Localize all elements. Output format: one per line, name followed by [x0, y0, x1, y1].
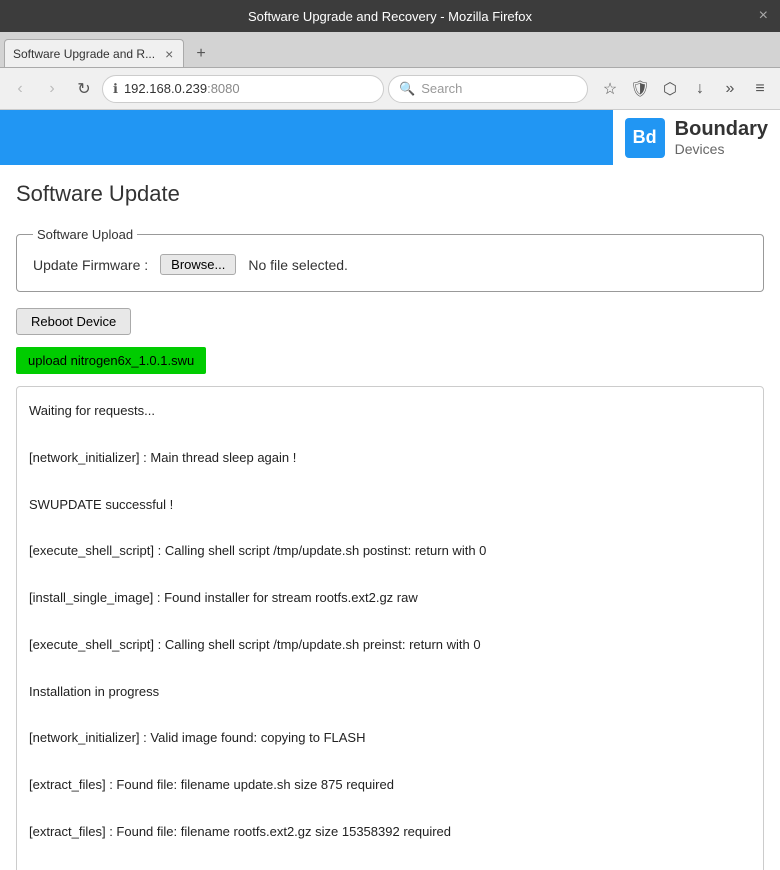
log-line: [extract_files] : Found file: filename r… [29, 820, 751, 843]
pocket-icon[interactable]: ⬡ [656, 75, 684, 103]
download-icon[interactable]: ↓ [686, 75, 714, 103]
window-title: Software Upgrade and Recovery - Mozilla … [248, 9, 532, 24]
reboot-button[interactable]: Reboot Device [16, 308, 131, 335]
log-line [29, 750, 751, 773]
reload-button[interactable]: ↻ [70, 75, 98, 103]
log-line [29, 703, 751, 726]
log-box: Waiting for requests... [network_initial… [16, 386, 764, 870]
title-bar: Software Upgrade and Recovery - Mozilla … [0, 0, 780, 32]
firmware-label: Update Firmware : [33, 257, 148, 273]
url-text: 192.168.0.239:8080 [124, 81, 240, 96]
window-close-button[interactable]: × [759, 7, 768, 25]
log-line [29, 469, 751, 492]
forward-button[interactable]: › [38, 75, 66, 103]
firmware-row: Update Firmware : Browse... No file sele… [33, 254, 747, 275]
log-line [29, 516, 751, 539]
log-line: Installation in progress [29, 680, 751, 703]
log-line: [network_initializer] : Valid image foun… [29, 726, 751, 749]
software-upload-fieldset: Software Upload Update Firmware : Browse… [16, 227, 764, 292]
upload-status: upload nitrogen6x_1.0.1.swu [16, 347, 206, 374]
log-line: Waiting for requests... [29, 399, 751, 422]
shield-icon[interactable]: 🛡 [626, 75, 654, 103]
tab-close-button[interactable]: × [165, 46, 173, 62]
main-content: Software Update Software Upload Update F… [0, 165, 780, 870]
log-line [29, 843, 751, 866]
page-title: Software Update [16, 181, 764, 207]
search-icon: 🔍 [399, 81, 415, 97]
url-host: 192.168.0.239 [124, 81, 207, 96]
address-bar: ‹ › ↻ ℹ 192.168.0.239:8080 🔍 Search ☆ 🛡 … [0, 68, 780, 110]
back-button[interactable]: ‹ [6, 75, 34, 103]
url-port: :8080 [207, 81, 240, 96]
brand-sub: Devices [675, 141, 768, 158]
toolbar-icons: ☆ 🛡 ⬡ ↓ » ≡ [596, 75, 774, 103]
log-line [29, 563, 751, 586]
log-line: [execute_shell_script] : Calling shell s… [29, 539, 751, 562]
fieldset-legend: Software Upload [33, 227, 137, 242]
browse-button[interactable]: Browse... [160, 254, 236, 275]
brand-name: Boundary [675, 117, 768, 141]
brand-logo: Bd Boundary Devices [613, 110, 780, 165]
bookmark-icon[interactable]: ☆ [596, 75, 624, 103]
brand-text: Boundary Devices [675, 117, 768, 158]
log-line: [execute_shell_script] : Calling shell s… [29, 633, 751, 656]
log-line [29, 422, 751, 445]
tab-label: Software Upgrade and R... [13, 47, 155, 61]
search-placeholder: Search [421, 81, 462, 96]
page-content: Bd Boundary Devices Software Update Soft… [0, 110, 780, 870]
log-line: [network_initializer] : Main thread slee… [29, 446, 751, 469]
log-line: [extract_files] : Found file: filename u… [29, 773, 751, 796]
url-box[interactable]: ℹ 192.168.0.239:8080 [102, 75, 384, 103]
overflow-button[interactable]: » [716, 75, 744, 103]
info-icon: ℹ [113, 81, 118, 97]
brand-bar: Bd Boundary Devices [0, 110, 780, 165]
no-file-text: No file selected. [248, 257, 348, 273]
menu-button[interactable]: ≡ [746, 75, 774, 103]
active-tab[interactable]: Software Upgrade and R... × [4, 39, 184, 67]
search-box[interactable]: 🔍 Search [388, 75, 588, 103]
tab-bar: Software Upgrade and R... × + [0, 32, 780, 68]
log-line: SWUPDATE successful ! [29, 493, 751, 516]
log-line [29, 797, 751, 820]
log-line [29, 610, 751, 633]
log-line [29, 656, 751, 679]
new-tab-button[interactable]: + [190, 43, 212, 65]
log-line: [install_single_image] : Found installer… [29, 586, 751, 609]
bd-icon: Bd [625, 118, 665, 158]
